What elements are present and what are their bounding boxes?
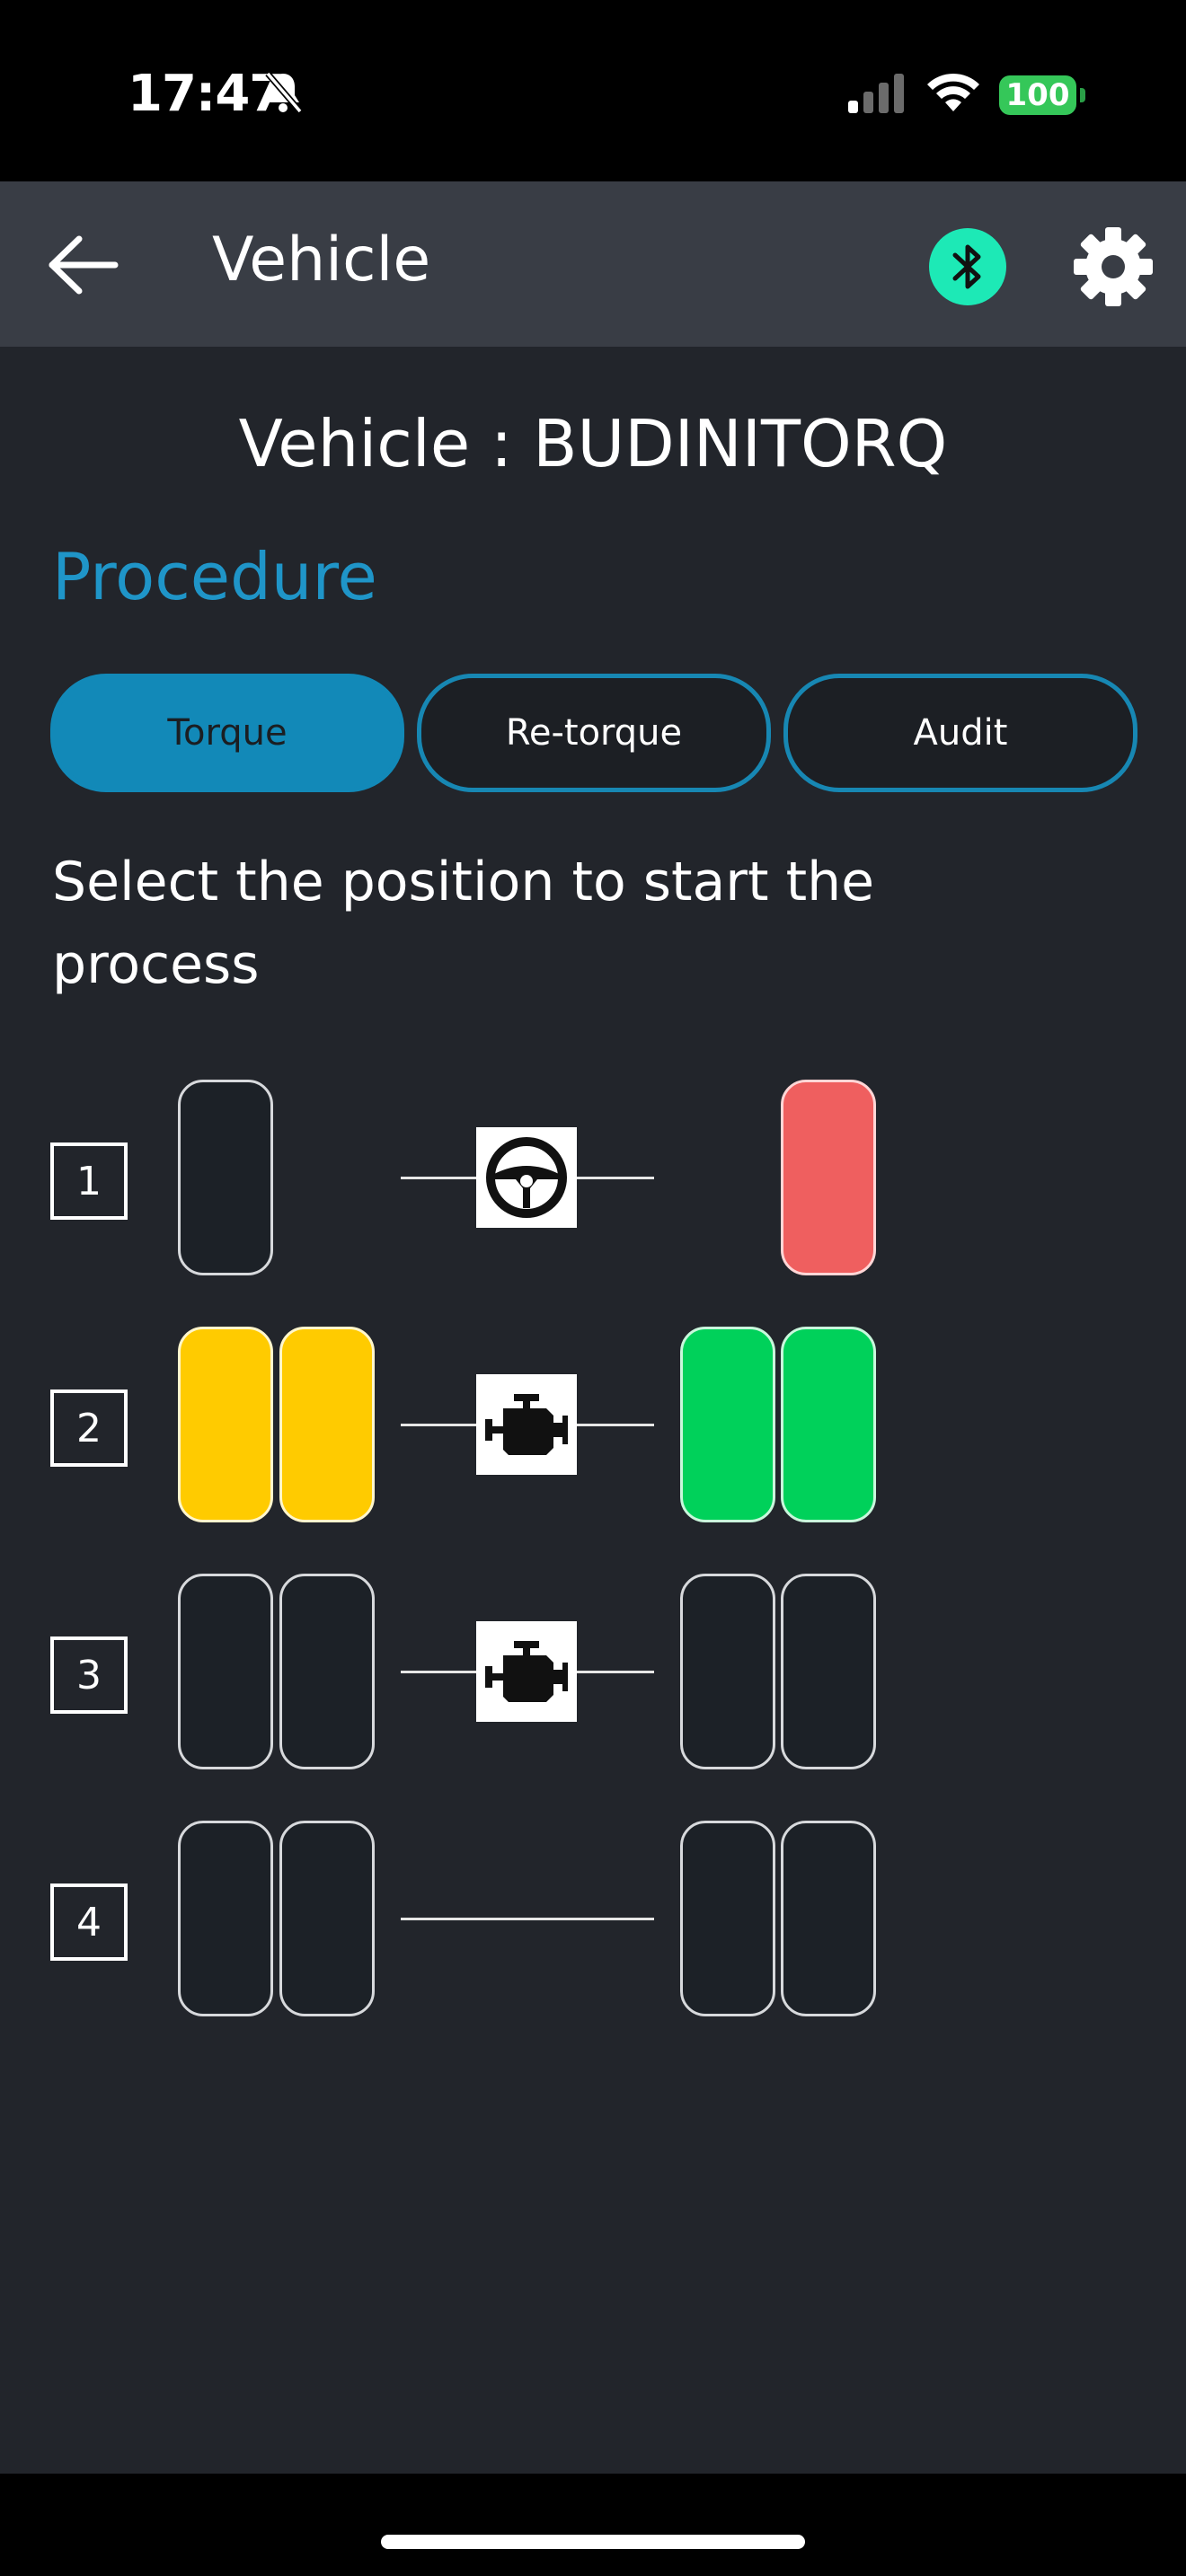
axle-row-3: 3	[0, 1574, 1186, 1771]
axle-number[interactable]: 3	[50, 1636, 128, 1714]
axle-line	[401, 1918, 654, 1920]
tire-left-outer-3[interactable]	[178, 1574, 273, 1769]
tire-right-inner-2[interactable]	[680, 1327, 775, 1522]
back-arrow-icon[interactable]	[47, 234, 119, 296]
app-bar-title: Vehicle	[212, 225, 431, 296]
engine-icon	[485, 1394, 568, 1455]
tire-right-outer-4[interactable]	[781, 1821, 876, 2016]
tire-left-inner-4[interactable]	[279, 1821, 375, 2016]
tire-right-outer-2[interactable]	[781, 1327, 876, 1522]
bluetooth-button[interactable]	[929, 228, 1006, 305]
procedure-tabs: Torque Re-torque Audit	[50, 674, 1137, 792]
bell-slash-icon	[265, 71, 303, 114]
tire-left-inner-3[interactable]	[279, 1574, 375, 1769]
instruction-text: Select the position to start the process	[52, 851, 875, 996]
vehicle-name: BUDINITORQ	[533, 406, 948, 481]
vehicle-label: Vehicle :	[238, 406, 534, 481]
tab-audit[interactable]: Audit	[783, 674, 1137, 792]
axle-row-1: 1	[0, 1080, 1186, 1277]
tire-left-outer-2[interactable]	[178, 1327, 273, 1522]
engine-box	[476, 1374, 577, 1475]
vehicle-screen: 17:47 100 Vehicle Vehicle: BUDINITORQ P…	[0, 0, 1186, 2576]
cellular-signal-icon	[848, 74, 904, 113]
axle-row-4: 4	[0, 1821, 1186, 2018]
axle-number[interactable]: 2	[50, 1389, 128, 1467]
app-bar: Vehicle	[0, 181, 1186, 347]
tire-right-1[interactable]	[781, 1080, 876, 1275]
home-indicator[interactable]	[381, 2535, 805, 2549]
status-bar: 17:47 100	[0, 0, 1186, 181]
bottom-bar	[0, 2474, 1186, 2576]
tire-left-inner-2[interactable]	[279, 1327, 375, 1522]
tire-left-1[interactable]	[178, 1080, 273, 1275]
procedure-heading: Procedure	[52, 539, 377, 614]
status-time: 17:47	[128, 65, 284, 123]
wifi-icon	[927, 73, 979, 111]
gear-icon[interactable]	[1073, 226, 1154, 307]
tire-right-inner-4[interactable]	[680, 1821, 775, 2016]
steering-wheel-icon	[486, 1137, 567, 1218]
tire-left-outer-4[interactable]	[178, 1821, 273, 2016]
engine-box	[476, 1621, 577, 1722]
axle-row-2: 2	[0, 1327, 1186, 1524]
tire-right-inner-3[interactable]	[680, 1574, 775, 1769]
vehicle-title: Vehicle : BUDINITORQ	[0, 406, 1186, 481]
axle-number[interactable]: 1	[50, 1142, 128, 1220]
tab-re-torque[interactable]: Re-torque	[417, 674, 771, 792]
tire-right-outer-3[interactable]	[781, 1574, 876, 1769]
battery-icon: 100	[999, 75, 1076, 115]
steering-wheel-box	[476, 1127, 577, 1228]
battery-tip	[1080, 88, 1085, 102]
axle-number[interactable]: 4	[50, 1883, 128, 1961]
tab-torque[interactable]: Torque	[50, 674, 404, 792]
engine-icon	[485, 1641, 568, 1702]
bluetooth-icon	[952, 244, 981, 289]
